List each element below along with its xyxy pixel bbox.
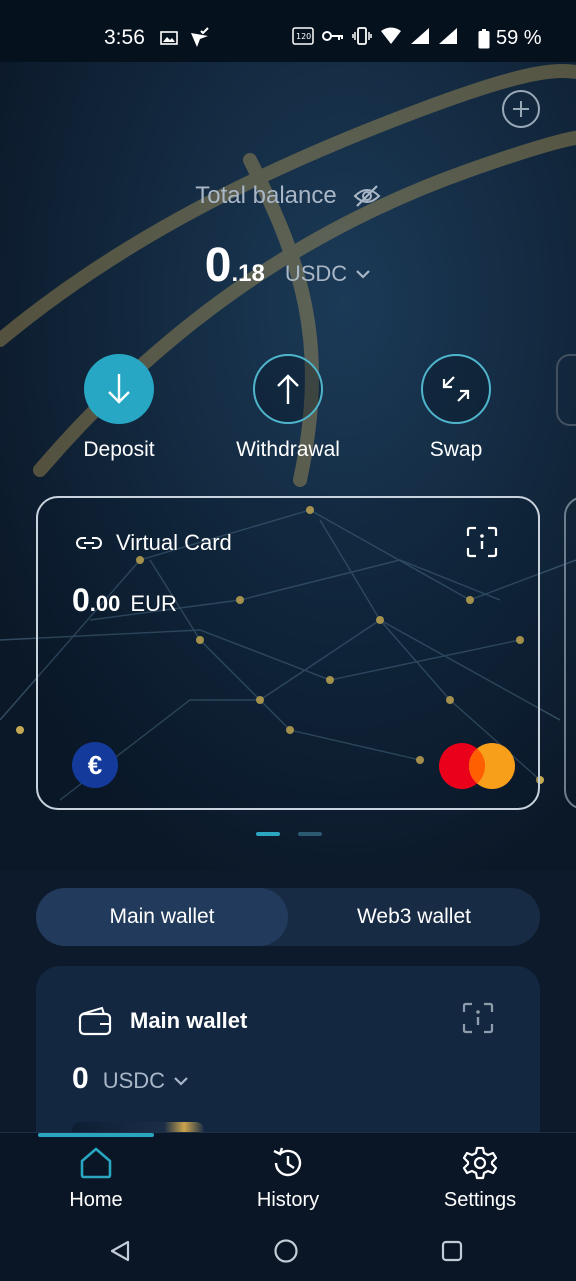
card-title: Virtual Card (116, 530, 232, 555)
balance-label: Total balance (195, 182, 337, 209)
euro-symbol: € (87, 749, 103, 780)
main-wallet-tab[interactable]: Main wallet (36, 888, 288, 946)
bottom-navigation: Home History Settings (0, 1132, 576, 1281)
card-pager (256, 832, 322, 836)
deposit-label: Deposit (83, 438, 155, 461)
web3-wallet-tab-label: Web3 wallet (356, 905, 471, 928)
withdrawal-label: Withdrawal (236, 438, 340, 461)
card-amount-fraction: .00 (89, 591, 121, 616)
eye-off-icon[interactable] (353, 184, 381, 208)
balance-fraction: .18 (231, 260, 265, 287)
nav-history-label: History (256, 1189, 320, 1211)
chevron-down-icon (174, 1077, 188, 1086)
total-balance-header: Total balance (0, 182, 576, 210)
pager-dot[interactable] (298, 832, 322, 836)
balance-currency: USDC (284, 261, 348, 286)
refresh-rate-icon: 120 (292, 27, 314, 45)
nav-home-label: Home (69, 1189, 123, 1211)
signal-2-icon (439, 28, 457, 44)
nav-history[interactable]: History (218, 1145, 358, 1212)
currency-selector[interactable]: USDC (285, 261, 371, 287)
battery-percent: 59 % (496, 27, 542, 49)
history-icon (273, 1147, 302, 1177)
wifi-icon (381, 27, 401, 44)
home-circle-icon (274, 1239, 298, 1263)
main-wallet-tab-label: Main wallet (109, 905, 215, 928)
balance-whole: 0 (204, 239, 232, 292)
wallet-toggle: Main wallet Web3 wallet (36, 888, 540, 946)
active-tab-indicator (38, 1133, 154, 1137)
wallet-balance: 0 USDC (72, 1062, 189, 1096)
home-icon (80, 1147, 112, 1179)
wallet-details-icon[interactable] (462, 1002, 494, 1034)
recents-square-icon (441, 1240, 463, 1262)
nav-settings[interactable]: Settings (410, 1145, 550, 1212)
swap-button[interactable]: Swap (386, 354, 526, 462)
pager-dot-active[interactable] (256, 832, 280, 836)
card-peek-top (556, 354, 576, 426)
card-details-icon[interactable] (466, 526, 498, 558)
arrow-up-icon (277, 374, 299, 404)
vibrate-icon (352, 27, 372, 45)
status-time: 3:56 (104, 26, 145, 49)
arrow-down-icon (108, 374, 130, 404)
withdrawal-button[interactable]: Withdrawal (218, 354, 358, 462)
swap-label: Swap (429, 438, 483, 461)
total-balance-amount: 0 .18 USDC (0, 238, 576, 293)
wallet-currency-selector[interactable]: USDC (103, 1068, 189, 1094)
add-button[interactable] (502, 90, 540, 128)
signal-icon (411, 28, 429, 44)
home-system-button[interactable] (264, 1229, 308, 1273)
card-currency: EUR (130, 591, 177, 616)
euro-badge-icon: € (72, 742, 118, 788)
mastercard-logo-icon (439, 743, 515, 789)
wallet-currency: USDC (102, 1068, 166, 1093)
nav-home[interactable]: Home (26, 1145, 166, 1212)
battery-icon (478, 28, 490, 48)
image-icon (160, 31, 178, 45)
wallet-title: Main wallet (130, 1008, 248, 1033)
wallet-amount: 0 (72, 1062, 89, 1095)
key-icon (322, 31, 343, 41)
nav-settings-label: Settings (443, 1189, 517, 1211)
next-card-peek[interactable] (564, 496, 576, 810)
card-balance: 0 .00 EUR (72, 582, 177, 619)
card-amount-whole: 0 (72, 582, 90, 618)
svg-text:120: 120 (296, 32, 311, 41)
swap-arrows-icon (442, 376, 470, 402)
plus-icon (513, 101, 529, 117)
location-check-icon (191, 27, 209, 47)
web3-wallet-tab[interactable]: Web3 wallet (288, 888, 540, 946)
deposit-button[interactable]: Deposit (49, 354, 189, 462)
link-icon (76, 537, 102, 549)
status-bar: 3:56 120 59 % (0, 0, 576, 62)
chevron-down-icon (356, 270, 370, 279)
virtual-card[interactable]: Virtual Card 0 .00 EUR € (36, 496, 540, 810)
settings-icon (462, 1146, 498, 1180)
back-triangle-icon (110, 1240, 130, 1262)
wallet-icon (78, 1006, 112, 1036)
back-button[interactable] (98, 1229, 142, 1273)
recents-button[interactable] (430, 1229, 474, 1273)
system-navigation-bar (0, 1229, 576, 1273)
